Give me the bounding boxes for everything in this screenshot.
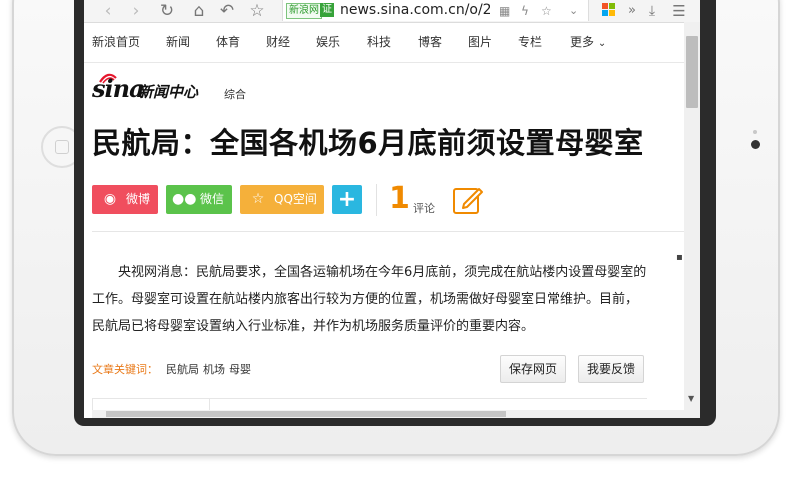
plus-icon: + xyxy=(337,187,357,212)
browser-toolbar: ‹ › ↻ ⌂ ↶ ☆ 新浪网 证 news.sina.com.cn/o/201… xyxy=(84,0,700,23)
nav-item-blog[interactable]: 博客 xyxy=(418,35,442,49)
url-text[interactable]: news.sina.com.cn/o/201 xyxy=(340,0,490,21)
nav-more-label: 更多 xyxy=(570,35,595,49)
browser-screen: ‹ › ↻ ⌂ ↶ ☆ 新浪网 证 news.sina.com.cn/o/201… xyxy=(84,0,700,418)
back-icon[interactable]: ‹ xyxy=(98,1,118,21)
home-icon[interactable]: ⌂ xyxy=(188,1,210,21)
refresh-icon[interactable]: ↻ xyxy=(156,1,178,21)
side-float-glyph: ▪ xyxy=(676,252,683,263)
share-weixin-label: 微信 xyxy=(200,192,225,206)
scroll-down-icon[interactable]: ▼ xyxy=(688,394,694,403)
nav-item-sports[interactable]: 体育 xyxy=(216,35,240,49)
keyword-link[interactable]: 机场 xyxy=(203,363,225,376)
share-divider xyxy=(376,184,377,216)
share-weibo-button[interactable]: ◉ 微博 xyxy=(92,185,158,214)
share-qzone-button[interactable]: ☆ QQ空间 xyxy=(240,185,324,214)
favorite-icon[interactable]: ☆ xyxy=(541,1,552,21)
nav-item-home[interactable]: 新浪首页 xyxy=(92,35,140,49)
horizontal-scroll-thumb[interactable] xyxy=(106,411,506,417)
site-nav: 新浪首页 新闻 体育 财经 娱乐 科技 博客 图片 专栏 更多 ⌄ xyxy=(84,22,684,63)
save-page-button[interactable]: 保存网页 xyxy=(500,355,567,383)
forward-icon[interactable]: › xyxy=(126,1,146,21)
keywords-list: 民航局 机场 母婴 xyxy=(166,361,255,377)
address-bar[interactable]: 新浪网 证 news.sina.com.cn/o/201 ▦ ϟ ☆ ⌄ xyxy=(282,0,589,21)
sensor-dot xyxy=(753,130,757,134)
undo-icon[interactable]: ↶ xyxy=(216,1,238,21)
share-weixin-button[interactable]: ●● 微信 xyxy=(166,185,232,214)
share-qzone-label: QQ空间 xyxy=(274,192,317,206)
vertical-scrollbar[interactable]: ▼ xyxy=(684,22,700,410)
weibo-icon: ◉ xyxy=(103,191,117,207)
more-icon[interactable]: » xyxy=(624,1,640,21)
feedback-button[interactable]: 我要反馈 xyxy=(578,355,645,383)
nav-item-ent[interactable]: 娱乐 xyxy=(316,35,340,49)
chevron-down-icon[interactable]: ⌄ xyxy=(569,1,578,21)
nav-item-news[interactable]: 新闻 xyxy=(166,35,190,49)
nav-item-column[interactable]: 专栏 xyxy=(518,35,542,49)
windows-icon[interactable] xyxy=(602,3,616,17)
star-icon[interactable]: ☆ xyxy=(246,1,268,21)
comment-count[interactable]: 1 xyxy=(389,181,410,216)
comment-label[interactable]: 评论 xyxy=(413,200,435,216)
horizontal-scrollbar[interactable] xyxy=(92,410,700,418)
menu-icon[interactable]: ☰ xyxy=(670,1,688,21)
share-weibo-label: 微博 xyxy=(126,192,151,206)
keyword-link[interactable]: 民航局 xyxy=(166,363,199,376)
chevron-down-icon: ⌄ xyxy=(597,38,607,49)
qr-icon[interactable]: ▦ xyxy=(499,1,510,21)
qzone-star-icon: ☆ xyxy=(251,191,265,207)
edit-comment-icon[interactable] xyxy=(452,184,484,216)
nav-item-more[interactable]: 更多 ⌄ xyxy=(570,35,606,51)
share-more-button[interactable]: + xyxy=(332,185,362,214)
nav-item-photo[interactable]: 图片 xyxy=(468,35,492,49)
download-icon[interactable]: ⤓ xyxy=(644,1,660,21)
article-paragraph: 央视网消息：民航局要求，全国各运输机场在今年6月底前，须完成在航站楼内设置母婴室… xyxy=(92,265,647,334)
divider xyxy=(92,231,684,232)
lightning-icon[interactable]: ϟ xyxy=(521,1,529,21)
vertical-scroll-thumb[interactable] xyxy=(686,36,698,108)
site-badge: 新浪网 xyxy=(286,3,322,19)
channel-tag[interactable]: 综合 xyxy=(224,86,246,102)
keyword-link[interactable]: 母婴 xyxy=(229,363,251,376)
news-center-label[interactable]: 新闻中心 xyxy=(138,81,198,102)
wechat-icon: ●● xyxy=(172,191,197,207)
sina-logo[interactable]: sina xyxy=(92,74,145,103)
article-title: 民航局：全国各机场6月底前须设置母婴室 xyxy=(92,126,644,160)
nav-item-tech[interactable]: 科技 xyxy=(367,35,391,49)
camera-dot xyxy=(751,140,760,149)
nav-item-finance[interactable]: 财经 xyxy=(266,35,290,49)
keywords-label: 文章关键词： xyxy=(92,363,158,376)
cert-badge: 证 xyxy=(320,3,334,17)
